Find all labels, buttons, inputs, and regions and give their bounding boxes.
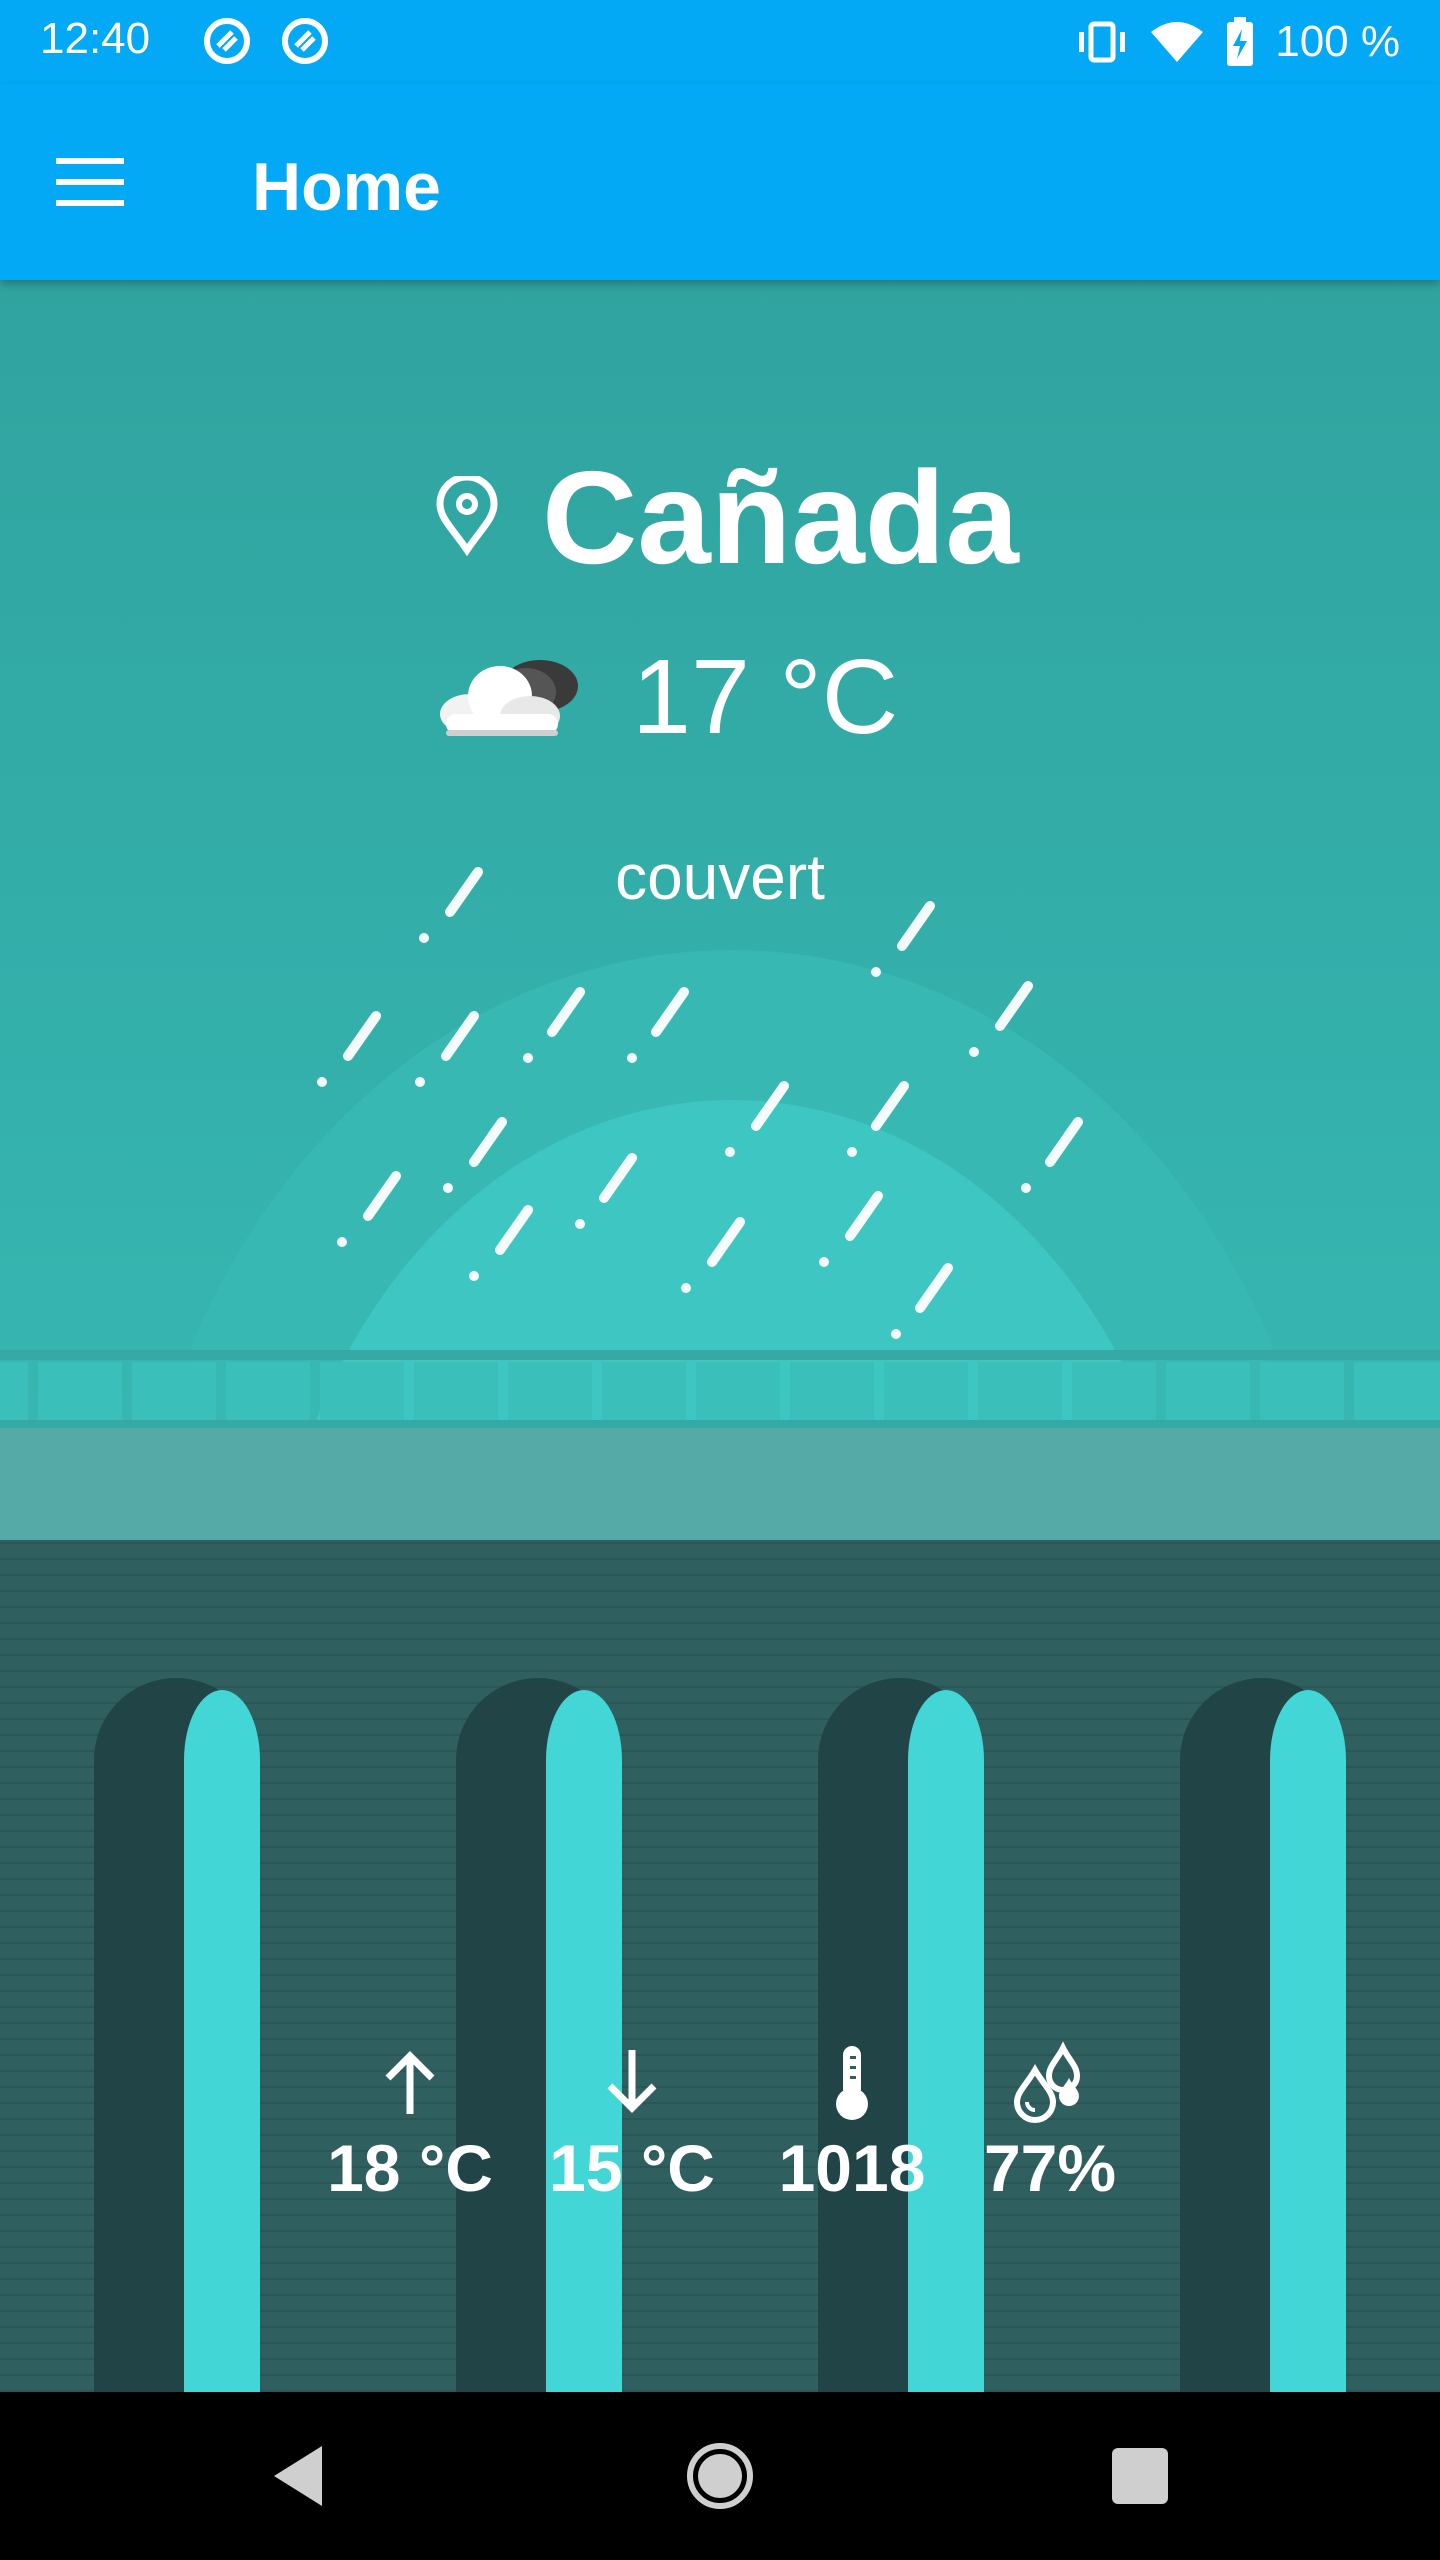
back-icon[interactable] — [260, 2436, 340, 2516]
page-title: Home — [252, 149, 441, 225]
min-temperature: 15 °C — [549, 2131, 715, 2205]
weather-condition: couvert — [615, 841, 825, 913]
weather-scene: Cañada 17 °C couvert 18 °C 15 °C 1018 77… — [0, 280, 1440, 2392]
thermometer-icon — [836, 2046, 868, 2120]
bridge-railing — [0, 1362, 1440, 1420]
stat-humidity: 77% — [950, 2040, 1150, 2206]
location-pin-icon — [436, 476, 498, 556]
weather-stats: 18 °C 15 °C 1018 77% — [0, 2040, 1440, 2240]
app-bar: Home — [0, 84, 1440, 280]
battery-percentage: 100 % — [1275, 17, 1400, 66]
stat-max-temp: 18 °C — [310, 2040, 510, 2206]
recents-icon[interactable] — [1100, 2436, 1180, 2516]
wifi-icon — [1151, 22, 1204, 62]
status-bar: 12:40 100 % — [0, 0, 1440, 84]
pressure-value: 1018 — [778, 2131, 926, 2205]
hamburger-menu-icon — [56, 158, 124, 206]
status-time: 12:40 — [40, 14, 151, 63]
stat-min-temp: 15 °C — [532, 2040, 732, 2206]
arrow-up-icon — [385, 2051, 435, 2114]
vibrate-icon — [1079, 21, 1126, 63]
cloud-moon-icon — [440, 660, 578, 736]
location-row: Cañada — [0, 448, 1440, 588]
app-notification-icon — [204, 18, 250, 64]
current-temperature: 17 °C — [632, 638, 899, 756]
humidity-value: 77% — [983, 2131, 1117, 2205]
humidity-drops-icon — [1013, 2041, 1081, 2123]
home-icon[interactable] — [680, 2436, 760, 2516]
app-notification-icon — [282, 18, 328, 64]
arrow-down-icon — [607, 2050, 657, 2113]
temperature-row: 17 °C — [0, 632, 1440, 762]
condition-row: couvert — [0, 840, 1440, 914]
menu-button[interactable] — [50, 142, 130, 222]
system-navigation-bar — [0, 2392, 1440, 2560]
battery-charging-icon — [1227, 17, 1254, 66]
city-name: Cañada — [542, 444, 1019, 591]
max-temperature: 18 °C — [327, 2131, 493, 2205]
stat-pressure: 1018 — [752, 2040, 952, 2206]
